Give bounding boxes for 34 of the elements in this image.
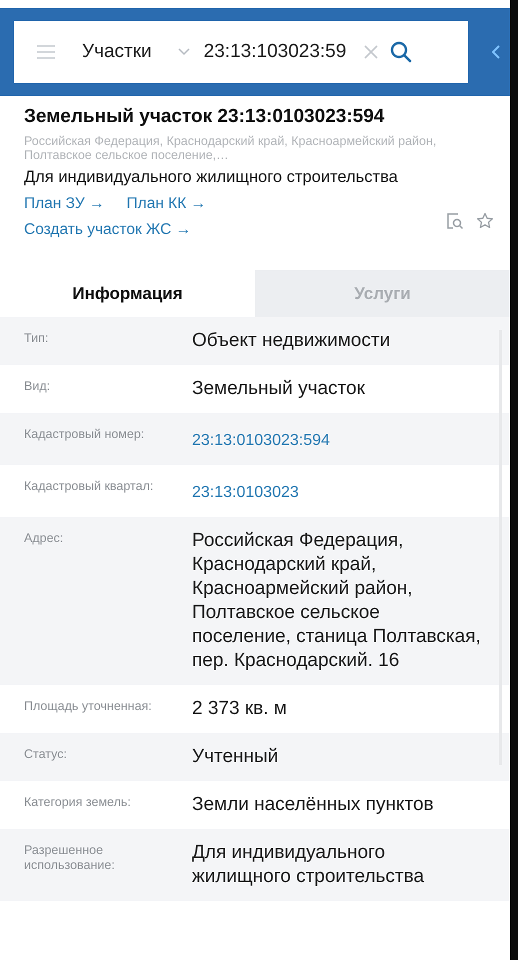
- parcel-purpose: Для индивидуального жилищного строительства: [24, 168, 399, 187]
- close-icon[interactable]: [364, 45, 378, 59]
- field-value: Учтенный: [192, 745, 280, 769]
- cadastral-link[interactable]: 23:13:0103023: [192, 477, 482, 505]
- field-label: Статус:: [24, 746, 68, 762]
- plan-link[interactable]: План КК →: [126, 195, 206, 213]
- star-icon[interactable]: [476, 212, 494, 230]
- plan-link[interactable]: Создать участок ЖС →: [24, 221, 192, 239]
- document-search-icon[interactable]: [446, 212, 464, 230]
- field-label: Кадастровый номер:: [24, 426, 146, 442]
- field-value: 2 373 кв. м: [192, 697, 288, 721]
- field-label: Вид:: [24, 378, 52, 394]
- search-field[interactable]: 23:13:103023:59: [204, 41, 354, 63]
- field-value: Земельный участок: [192, 377, 366, 401]
- chevron-down-icon[interactable]: [178, 48, 190, 56]
- field-value: Российская Федерация, Краснодарский край, Красноармейский район, Полтавское сельское поселение, станица Полтавская, пер. Краснодарский. 16: [192, 529, 482, 673]
- chevron-left-icon[interactable]: [492, 45, 500, 59]
- menu-icon[interactable]: [36, 44, 56, 60]
- field-value: Земли населённых пунктов: [192, 793, 435, 817]
- search-icon[interactable]: [390, 41, 412, 63]
- field-label: Кадастровый квартал:: [24, 478, 154, 494]
- parcel-address: Российская Федерация, Краснодарский край, Красноармейский район, Полтавское сельское поселение,…: [24, 134, 438, 162]
- field-label: Разрешенное использование:: [24, 842, 116, 873]
- field-value: Для индивидуального жилищного строительства: [192, 841, 426, 889]
- search-bar[interactable]: Участки 23:13:103023:59: [14, 21, 468, 83]
- category-select[interactable]: Участки: [82, 41, 152, 63]
- plan-link[interactable]: План ЗУ →: [24, 195, 105, 213]
- field-label: Категория земель:: [24, 794, 132, 810]
- cadastral-link[interactable]: 23:13:0103023:594: [192, 425, 482, 453]
- field-value: Объект недвижимости: [192, 329, 392, 353]
- parcel-title: Земельный участок 23:13:0103023:594: [24, 106, 386, 128]
- field-label: Тип:: [24, 330, 50, 346]
- field-label: Площадь уточненная:: [24, 698, 153, 714]
- field-label: Адрес:: [24, 530, 64, 546]
